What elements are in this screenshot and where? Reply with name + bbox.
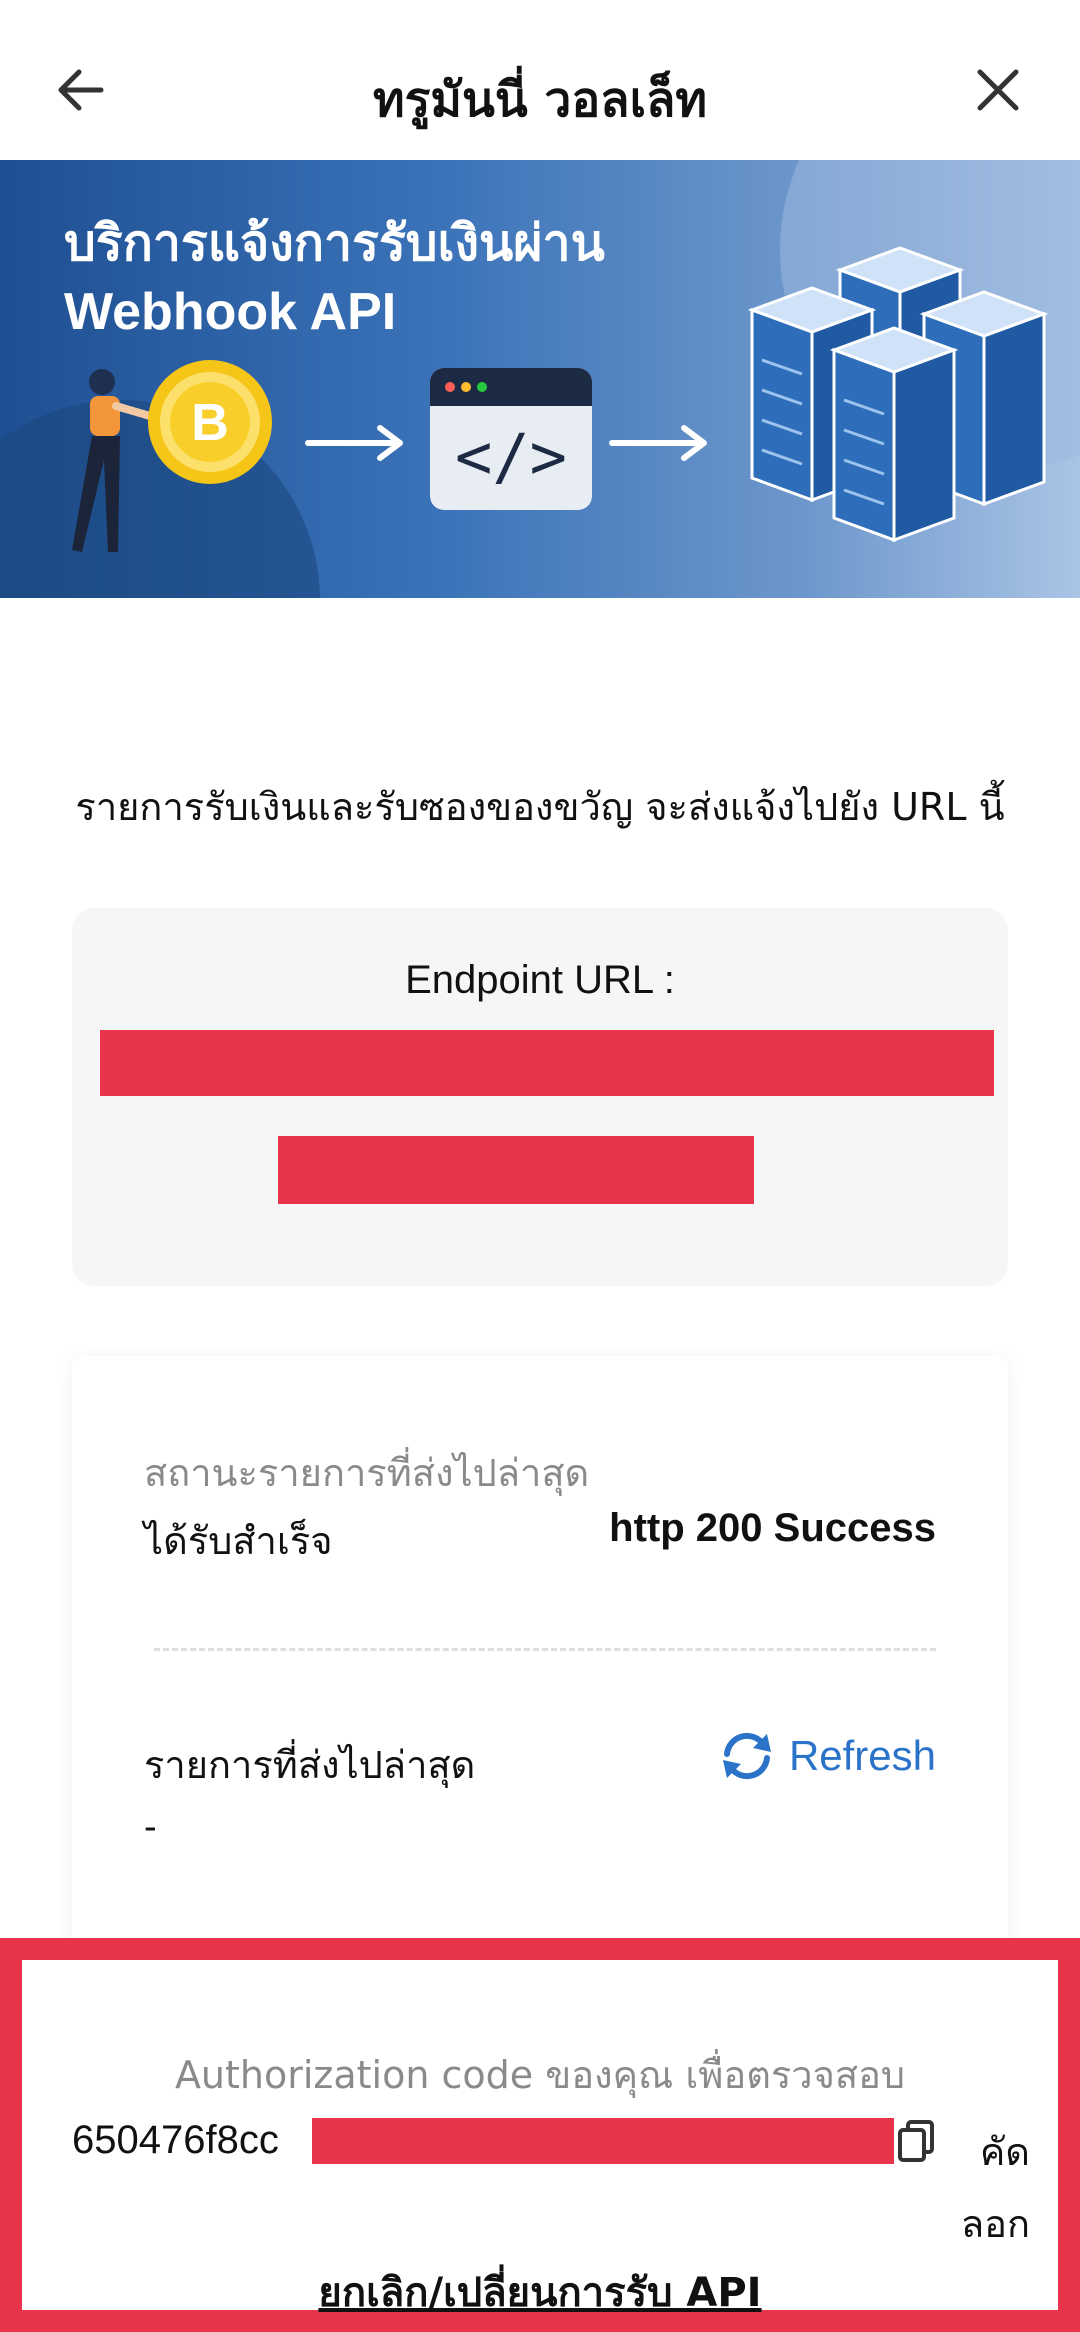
close-icon <box>977 69 1019 111</box>
copy-button[interactable]: คัดลอก <box>940 2116 1030 2260</box>
svg-text:B: B <box>191 394 229 452</box>
redacted-authorization-code <box>312 2118 894 2164</box>
status-result-label: ได้รับสำเร็จ <box>144 1519 333 1563</box>
authorization-code-value: 650476f8cc <box>72 2118 279 2162</box>
endpoint-url-label: Endpoint URL : <box>405 958 675 1002</box>
close-button[interactable] <box>968 60 1028 120</box>
last-status-label: สถานะรายการที่ส่งไปล่าสุด <box>144 1451 590 1495</box>
banner-title-line1: บริการแจ้งการรับเงินผ่าน <box>64 214 605 272</box>
dashed-divider <box>154 1648 936 1651</box>
page-title: ทรูมันนี่ วอลเล็ท <box>372 72 708 128</box>
refresh-label: Refresh <box>788 1732 936 1779</box>
redacted-url-line-1 <box>100 1030 994 1096</box>
authorization-code-section: Authorization code ของคุณ เพื่อตรวจสอบ 6… <box>0 1938 1080 2332</box>
latest-transaction-value: - <box>144 1806 157 1848</box>
banner-title-line2: Webhook API <box>64 283 397 341</box>
webhook-banner: B </> บริการแจ้งการรับเงินผ่าน Webhook A… <box>0 160 1080 598</box>
endpoint-description: รายการรับเงินและรับซองของขวัญ จะส่งแจ้งไ… <box>75 785 1005 829</box>
endpoint-url-card: Endpoint URL : <box>72 908 1008 1286</box>
refresh-button[interactable]: Refresh <box>717 1730 936 1782</box>
refresh-icon <box>722 1732 771 1780</box>
cancel-change-api-link[interactable]: ยกเลิก/เปลี่ยนการรับ API <box>22 2260 1058 2324</box>
status-code-value: http 200 Success <box>609 1506 936 1550</box>
svg-text:</>: </> <box>455 420 567 493</box>
redacted-url-line-2 <box>278 1136 754 1204</box>
latest-transaction-label: รายการที่ส่งไปล่าสุด <box>144 1743 476 1787</box>
app-header: ทรูมันนี่ วอลเล็ท <box>0 0 1080 160</box>
delivery-status-card: สถานะรายการที่ส่งไปล่าสุด ได้รับสำเร็จ h… <box>72 1356 1008 1976</box>
copy-icon[interactable] <box>896 2118 936 2164</box>
authorization-code-label: Authorization code ของคุณ เพื่อตรวจสอบ <box>174 2053 906 2097</box>
